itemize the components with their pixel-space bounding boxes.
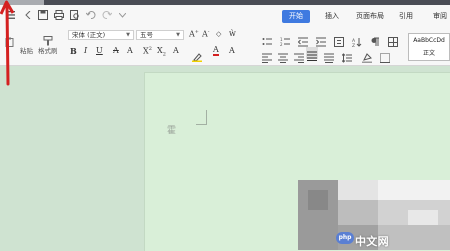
paste-label[interactable]: 粘贴 xyxy=(20,45,33,55)
style-normal[interactable]: AaBbCcDd 正文 xyxy=(408,33,450,61)
red-arrow-annotation xyxy=(0,0,15,86)
underline-icon[interactable]: U xyxy=(96,46,103,55)
format-painter-label[interactable]: 格式刷 xyxy=(38,45,58,55)
tab-references[interactable]: 引用 xyxy=(392,10,420,23)
chevron-down-icon[interactable] xyxy=(117,10,128,21)
chevron-down-icon: ▼ xyxy=(176,32,180,38)
line-spacing-icon[interactable] xyxy=(341,48,352,63)
italic-icon[interactable]: I xyxy=(84,46,87,55)
subscript-icon[interactable]: X2 xyxy=(157,46,166,58)
increase-font-icon[interactable]: A+ xyxy=(189,29,199,39)
table-icon[interactable] xyxy=(388,32,398,47)
chevron-left-icon[interactable] xyxy=(22,10,33,21)
text-effect-icon[interactable]: A xyxy=(173,46,179,55)
save-icon[interactable] xyxy=(37,10,48,21)
format-painter-icon[interactable] xyxy=(43,31,53,46)
decrease-indent-icon[interactable] xyxy=(297,32,308,47)
chevron-down-icon: ▼ xyxy=(126,32,130,38)
margin-corner-marker xyxy=(196,110,207,125)
font-color-icon[interactable]: A xyxy=(213,45,219,56)
distributed-align-icon[interactable] xyxy=(324,48,334,63)
align-center-icon[interactable] xyxy=(278,48,288,63)
decrease-font-icon[interactable]: A- xyxy=(202,29,209,39)
align-right-icon[interactable] xyxy=(294,48,304,63)
print-preview-icon[interactable] xyxy=(69,10,80,21)
shading-icon[interactable] xyxy=(362,48,372,63)
phonetic-guide-icon[interactable]: ẁ xyxy=(229,29,236,38)
style-name: 正文 xyxy=(422,50,435,57)
align-left-icon[interactable] xyxy=(262,48,272,63)
font-size-value: 五号 xyxy=(140,31,153,39)
tab-insert[interactable]: 插入 xyxy=(318,10,346,23)
tab-page-layout[interactable]: 页面布局 xyxy=(349,10,391,23)
bold-icon[interactable]: B xyxy=(70,46,77,56)
font-name-box: 宋体 (正文) ▼ xyxy=(68,30,134,40)
svg-text:2: 2 xyxy=(280,42,283,47)
borders-icon[interactable] xyxy=(380,48,390,63)
superscript-icon[interactable]: X2 xyxy=(143,46,152,56)
undo-icon[interactable] xyxy=(85,10,96,21)
numbered-list-icon[interactable]: 12 xyxy=(280,32,290,47)
strike-double-icon[interactable]: A xyxy=(127,46,133,55)
style-sample: AaBbCcDd xyxy=(413,37,445,44)
highlight-icon[interactable] xyxy=(192,47,202,62)
ribbon: 开始 插入 页面布局 引用 审阅 粘贴 格式刷 宋体 (正文) ▼ 五号 ▼ A… xyxy=(0,5,450,66)
svg-text:Z: Z xyxy=(352,43,355,47)
show-marks-icon[interactable] xyxy=(370,32,380,46)
font-name-value: 宋体 (正文) xyxy=(72,31,106,39)
tab-review[interactable]: 审阅 xyxy=(426,10,450,23)
font-size-select[interactable]: 五号 ▼ xyxy=(136,30,184,40)
document-text: 霍 xyxy=(167,126,177,136)
print-icon[interactable] xyxy=(53,10,64,21)
strikethrough-icon[interactable]: A xyxy=(113,46,119,55)
chinese-layout-icon[interactable] xyxy=(334,32,344,47)
php-logo: php xyxy=(336,232,354,244)
font-name-select[interactable]: 宋体 (正文) ▼ xyxy=(68,30,134,40)
justify-icon[interactable] xyxy=(306,47,318,61)
char-border-icon[interactable]: A xyxy=(229,46,235,55)
sort-icon[interactable]: AZ xyxy=(352,32,362,49)
tab-home[interactable]: 开始 xyxy=(282,10,310,23)
watermark-text: 中文网 xyxy=(355,235,389,248)
redo-icon[interactable] xyxy=(101,10,112,21)
font-size-box: 五号 ▼ xyxy=(136,30,184,40)
increase-indent-icon[interactable] xyxy=(316,32,326,47)
bullet-list-icon[interactable] xyxy=(262,32,272,45)
clear-format-icon[interactable]: ◇ xyxy=(216,30,221,38)
